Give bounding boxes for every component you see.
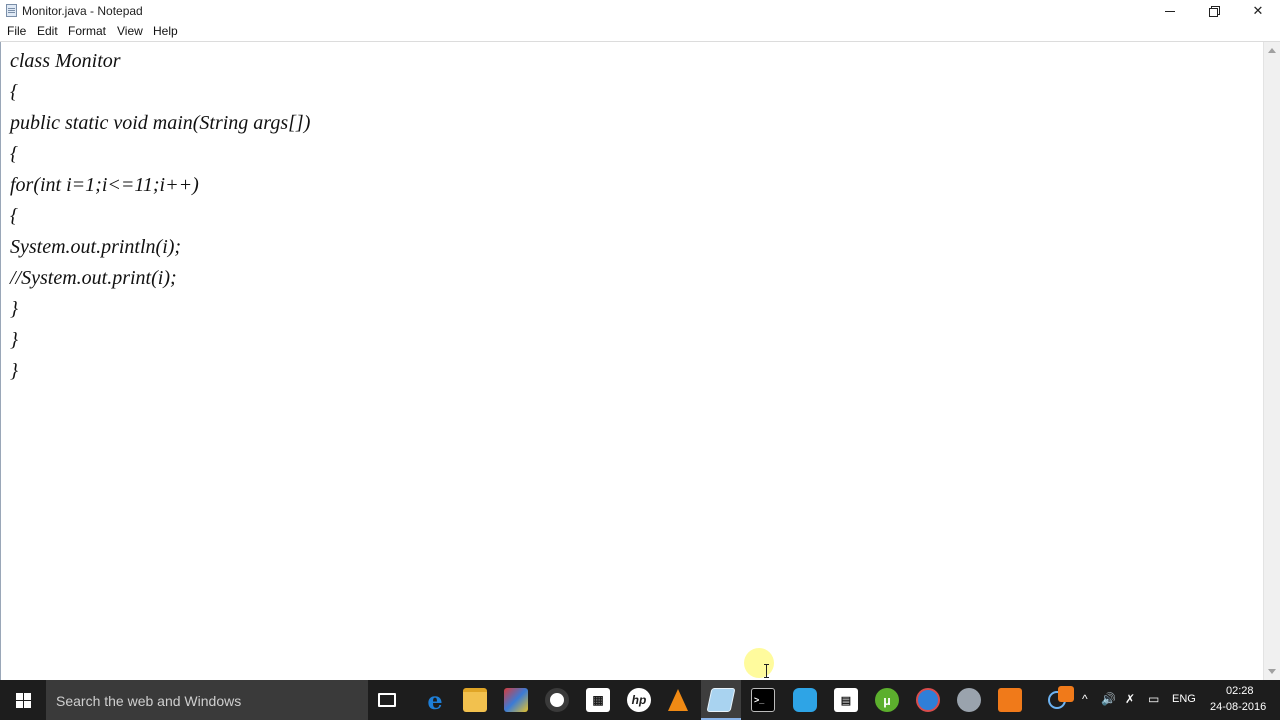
globe-icon[interactable] — [916, 688, 940, 712]
restore-icon — [1209, 6, 1220, 17]
code-text: class Monitor { public static void main(… — [10, 46, 310, 387]
notepad-taskbar-icon — [706, 688, 736, 712]
code-line: System.out.println(i); — [10, 236, 182, 258]
search-box[interactable]: Search the web and Windows — [46, 680, 368, 720]
action-center-icon[interactable]: ▭ — [1148, 692, 1159, 706]
minimize-icon — [1165, 10, 1175, 12]
clock-date[interactable]: 24-08-2016 — [1210, 701, 1266, 713]
scroll-down-icon[interactable] — [1268, 669, 1276, 674]
window-title: Monitor.java - Notepad — [22, 4, 143, 18]
code-line: } — [10, 298, 18, 320]
notepad-icon — [6, 4, 17, 17]
clock-time[interactable]: 02:28 — [1226, 685, 1254, 697]
volume-icon[interactable]: 🔊 — [1101, 692, 1116, 706]
menu-bar: File Edit Format View Help — [0, 22, 1280, 42]
start-button[interactable] — [0, 680, 46, 720]
menu-file[interactable]: File — [7, 24, 26, 38]
utorrent-icon[interactable]: µ — [875, 688, 899, 712]
command-prompt-icon[interactable]: >_ — [751, 688, 775, 712]
app-icon[interactable] — [504, 688, 528, 712]
notification-app-icon[interactable] — [1058, 686, 1074, 702]
code-line: } — [10, 329, 18, 351]
code-line: { — [10, 81, 18, 103]
cursor-highlight — [744, 648, 774, 678]
restore-button[interactable] — [1192, 0, 1236, 22]
code-line: class Monitor — [10, 50, 121, 72]
taskbar: Search the web and Windows e ▦ hp >_ ▤ µ… — [0, 680, 1280, 720]
hp-icon[interactable]: hp — [627, 688, 651, 712]
search-placeholder: Search the web and Windows — [56, 693, 242, 709]
code-line: } — [10, 360, 18, 382]
task-view-icon[interactable] — [378, 693, 396, 707]
code-line: { — [10, 143, 18, 165]
language-indicator[interactable]: ENG — [1172, 693, 1196, 705]
code-line: public static void main(String args[]) — [10, 112, 311, 134]
menu-format[interactable]: Format — [68, 24, 106, 38]
text-editor[interactable]: class Monitor { public static void main(… — [0, 42, 1263, 680]
ibeam-cursor-icon — [764, 664, 769, 678]
title-bar: Monitor.java - Notepad ✕ — [0, 0, 1280, 22]
app-gray-icon[interactable] — [957, 688, 981, 712]
windows-logo-icon — [15, 692, 31, 708]
app-blue-icon[interactable] — [793, 688, 817, 712]
menu-edit[interactable]: Edit — [37, 24, 58, 38]
edge-icon[interactable]: e — [423, 686, 447, 715]
minimize-button[interactable] — [1148, 0, 1192, 22]
close-icon: ✕ — [1252, 3, 1264, 18]
code-line: { — [10, 205, 18, 227]
code-line: for(int i=1;i<=11;i++) — [10, 174, 199, 196]
network-icon[interactable]: ✗ — [1125, 692, 1135, 706]
chrome-icon[interactable] — [545, 688, 569, 712]
app-orange-icon[interactable] — [998, 688, 1022, 712]
code-line: //System.out.print(i); — [10, 267, 177, 289]
vertical-scrollbar[interactable] — [1263, 42, 1280, 680]
close-button[interactable]: ✕ — [1236, 0, 1280, 22]
scroll-up-icon[interactable] — [1268, 48, 1276, 53]
calculator-icon[interactable]: ▤ — [834, 688, 858, 712]
vlc-icon[interactable] — [668, 689, 688, 711]
menu-help[interactable]: Help — [153, 24, 178, 38]
show-hidden-icons-icon[interactable]: ^ — [1082, 692, 1088, 706]
store-icon[interactable]: ▦ — [586, 688, 610, 712]
file-explorer-icon[interactable] — [463, 688, 487, 712]
menu-view[interactable]: View — [117, 24, 143, 38]
